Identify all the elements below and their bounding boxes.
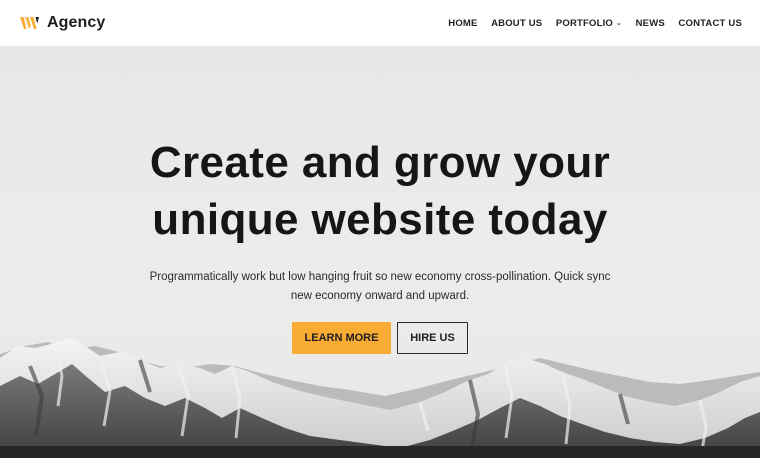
main-nav: HOME ABOUT US PORTFOLIO ⌄ NEWS CONTACT US [448, 18, 742, 29]
hero-title-line-1: Create and grow your [149, 138, 611, 187]
nav-item-about-us[interactable]: ABOUT US [491, 18, 542, 29]
brand[interactable]: Agency [20, 14, 105, 32]
nav-item-label: NEWS [635, 17, 665, 29]
hero-section: Create and grow your unique website toda… [0, 46, 760, 458]
learn-more-button[interactable]: LEARN MORE [292, 322, 391, 354]
nav-item-label: ABOUT US [491, 17, 543, 29]
w-logo-icon [20, 17, 39, 29]
hire-us-button[interactable]: HIRE US [397, 322, 468, 354]
nav-item-label: HOME [448, 17, 478, 29]
hero-subtitle: Programmatically work but low hanging fr… [149, 271, 611, 302]
chevron-down-icon: ⌄ [616, 19, 623, 27]
nav-item-portfolio[interactable]: PORTFOLIO ⌄ [556, 18, 622, 29]
hero-title: Create and grow your unique website toda… [0, 134, 760, 248]
nav-item-home[interactable]: HOME [448, 18, 477, 29]
nav-item-contact-us[interactable]: CONTACT US [678, 18, 742, 29]
nav-item-label: CONTACT US [678, 17, 742, 29]
hero-buttons: LEARN MORE HIRE US [0, 322, 760, 354]
brand-name: Agency [47, 14, 106, 31]
site-header: Agency HOME ABOUT US PORTFOLIO ⌄ NEWS CON… [0, 0, 760, 46]
mountains-background-image [0, 338, 760, 458]
nav-item-news[interactable]: NEWS [636, 18, 665, 29]
hero-title-line-2: unique website today [152, 195, 608, 244]
nav-item-label: PORTFOLIO [555, 17, 614, 29]
